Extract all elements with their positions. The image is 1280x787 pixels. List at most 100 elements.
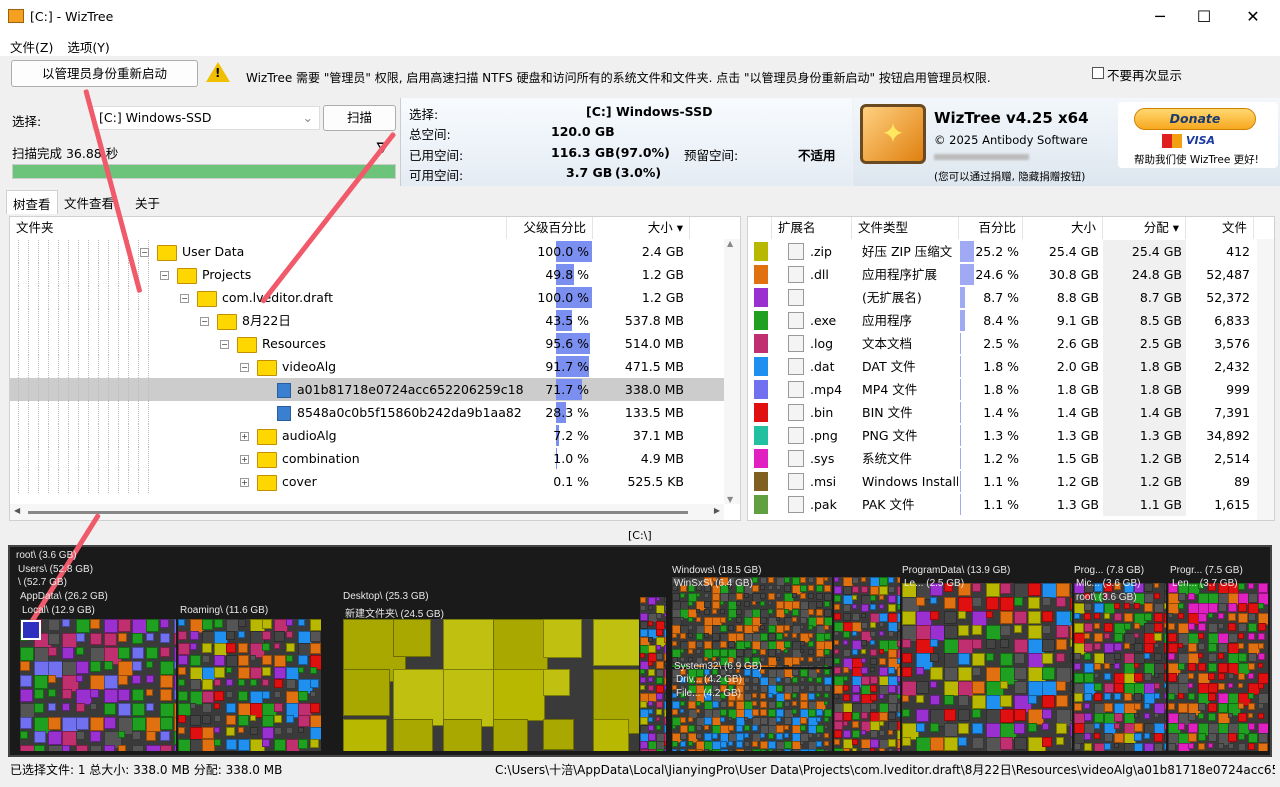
- treemap-tile: [214, 727, 221, 734]
- treemap-tile: [1238, 613, 1248, 623]
- treemap-winmisc[interactable]: [834, 577, 900, 751]
- ext-row[interactable]: (无扩展名) 8.7 % 8.8 GB 8.7 GB 52,372: [748, 286, 1256, 309]
- tree-row[interactable]: − Resources 95.6 % 514.0 MB: [10, 332, 724, 355]
- treemap-tile: [90, 717, 105, 732]
- tree-row[interactable]: + combination 1.0 % 4.9 MB: [10, 447, 724, 470]
- treemap-tile: [1168, 673, 1178, 683]
- ext-row[interactable]: .png PNG 文件 1.3 % 1.3 GB 1.3 GB 34,892: [748, 424, 1256, 447]
- treemap-tile: [888, 739, 896, 747]
- dont-show-checkbox[interactable]: [1092, 67, 1104, 79]
- ext-row[interactable]: .log 文本文档 2.5 % 2.6 GB 2.5 GB 3,576: [748, 332, 1256, 355]
- tree-row[interactable]: − com.lveditor.draft 100.0 % 1.2 GB: [10, 286, 724, 309]
- treemap-roaming[interactable]: [178, 619, 321, 751]
- expand-toggle[interactable]: +: [240, 455, 249, 464]
- ext-row[interactable]: .pak PAK 文件 1.1 % 1.3 GB 1.1 GB 1,615: [748, 493, 1256, 516]
- expand-toggle[interactable]: −: [240, 363, 249, 372]
- treemap-tile: [1258, 643, 1264, 649]
- treemap-tile: [958, 667, 972, 681]
- treemap-misc[interactable]: [640, 597, 666, 751]
- treemap-tile: [1164, 703, 1166, 711]
- ext-row[interactable]: .dll 应用程序扩展 24.6 % 30.8 GB 24.8 GB 52,487: [748, 263, 1256, 286]
- col-ext-size[interactable]: 大小: [1023, 217, 1103, 239]
- treemap-tile: [1014, 625, 1022, 633]
- treemap-tile: [897, 748, 900, 751]
- treemap-tile: [178, 655, 189, 666]
- col-extension[interactable]: 扩展名: [772, 217, 852, 239]
- scan-button[interactable]: 扫描: [323, 105, 396, 131]
- treemap-tile: [250, 715, 257, 722]
- ext-row[interactable]: .exe 应用程序 8.4 % 9.1 GB 8.5 GB 6,833: [748, 309, 1256, 332]
- vertical-scrollbar[interactable]: ▲ ▼: [724, 239, 740, 504]
- treemap-tile: [902, 737, 912, 747]
- donate-button[interactable]: Donate: [1134, 108, 1256, 130]
- expand-toggle[interactable]: −: [160, 271, 169, 280]
- expand-toggle[interactable]: −: [220, 340, 229, 349]
- treemap-tile: [852, 595, 858, 601]
- treemap-tile: [48, 689, 56, 697]
- tree-row[interactable]: − 8月22日 43.5 % 537.8 MB: [10, 309, 724, 332]
- drive-select[interactable]: [C:] Windows-SSD ⌄: [92, 106, 320, 130]
- treemap-tile: [1084, 633, 1090, 639]
- col-files[interactable]: 文件: [1186, 217, 1254, 239]
- tree-row[interactable]: a01b81718e0724acc652206259c18 71.7 % 338.0…: [10, 378, 724, 401]
- treemap-desktop[interactable]: [343, 619, 639, 751]
- dont-show-label: 不要再次显示: [1107, 68, 1183, 83]
- tree-row[interactable]: − User Data 100.0 % 2.4 GB: [10, 240, 724, 263]
- ext-row[interactable]: .sys 系统文件 1.2 % 1.5 GB 1.2 GB 2,514: [748, 447, 1256, 470]
- treemap-prog1[interactable]: [1074, 583, 1166, 751]
- tree-row[interactable]: − videoAlg 91.7 % 471.5 MB: [10, 355, 724, 378]
- ext-row[interactable]: .msi Windows Installe 1.1 % 1.2 GB 1.2 GB 89: [748, 470, 1256, 493]
- col-allocated[interactable]: 分配 ▾: [1103, 217, 1186, 239]
- col-size[interactable]: 大小 ▾: [593, 217, 690, 239]
- ext-vertical-scrollbar[interactable]: [1257, 239, 1274, 520]
- ext-pct: 1.1 %: [983, 497, 1019, 512]
- treemap-tile: [1114, 693, 1121, 700]
- tree-row[interactable]: − Projects 49.8 % 1.2 GB: [10, 263, 724, 286]
- treemap-tile: [1014, 681, 1027, 694]
- expand-toggle[interactable]: −: [180, 294, 189, 303]
- treemap-tile: [696, 725, 702, 731]
- treemap-prog2[interactable]: [1168, 583, 1268, 751]
- tree-row[interactable]: 8548a0c0b5f15860b242da9b1aa82 28.3 % 133.5…: [10, 401, 724, 424]
- col-folder[interactable]: 文件夹: [10, 217, 507, 239]
- close-button[interactable]: ✕: [1230, 0, 1276, 34]
- treemap-tile: [132, 675, 141, 684]
- treemap-tile: [62, 647, 75, 660]
- folder-icon: [257, 428, 277, 445]
- tree-row-name: User Data: [182, 244, 245, 259]
- col-file-type[interactable]: 文件类型: [852, 217, 959, 239]
- expand-toggle[interactable]: −: [140, 248, 149, 257]
- treemap[interactable]: root\ (3.6 GB) Users\ (52.8 GB) \ (52.7 GB…: [8, 545, 1272, 757]
- col-percent[interactable]: 百分比: [959, 217, 1023, 239]
- ext-type: BIN 文件: [862, 405, 913, 420]
- expand-toggle[interactable]: −: [200, 317, 209, 326]
- tree-row[interactable]: + cover 0.1 % 525.5 KB: [10, 470, 724, 493]
- ext-row[interactable]: .mp4 MP4 文件 1.8 % 1.8 GB 1.8 GB 999: [748, 378, 1256, 401]
- col-parent-pct[interactable]: 父级百分比: [507, 217, 593, 239]
- tree-row[interactable]: + audioAlg 7.2 % 37.1 MB: [10, 424, 724, 447]
- treemap-local[interactable]: [20, 619, 176, 751]
- treemap-tile: [226, 655, 238, 667]
- ext-row[interactable]: .zip 好压 ZIP 压缩文 25.2 % 25.4 GB 25.4 GB 412: [748, 240, 1256, 263]
- restart-as-admin-button[interactable]: 以管理员身份重新启动: [11, 60, 198, 87]
- file-type-icon: [788, 427, 804, 444]
- maximize-button[interactable]: ☐: [1181, 0, 1227, 34]
- treemap-tile: [861, 649, 867, 655]
- treemap-tile: [808, 733, 813, 738]
- tab-file-view[interactable]: 文件查看: [62, 193, 116, 212]
- treemap-tile: [879, 712, 888, 721]
- ext-size: 1.3 GB: [1056, 428, 1099, 443]
- expand-toggle[interactable]: +: [240, 432, 249, 441]
- minimize-button[interactable]: ─: [1137, 0, 1183, 34]
- horizontal-scrollbar[interactable]: ◀ ▶: [10, 504, 724, 520]
- tab-about[interactable]: 关于: [135, 193, 160, 212]
- treemap-programdata[interactable]: [902, 583, 1072, 751]
- ext-row[interactable]: .dat DAT 文件 1.8 % 2.0 GB 1.8 GB 2,432: [748, 355, 1256, 378]
- treemap-tile: [1084, 613, 1091, 620]
- treemap-selected-file[interactable]: [21, 620, 41, 640]
- ext-row[interactable]: .bin BIN 文件 1.4 % 1.4 GB 1.4 GB 7,391: [748, 401, 1256, 424]
- treemap-tile: [1168, 743, 1176, 751]
- tab-tree-view[interactable]: 树查看: [6, 190, 58, 214]
- expand-toggle[interactable]: +: [240, 478, 249, 487]
- treemap-windows[interactable]: [672, 577, 832, 667]
